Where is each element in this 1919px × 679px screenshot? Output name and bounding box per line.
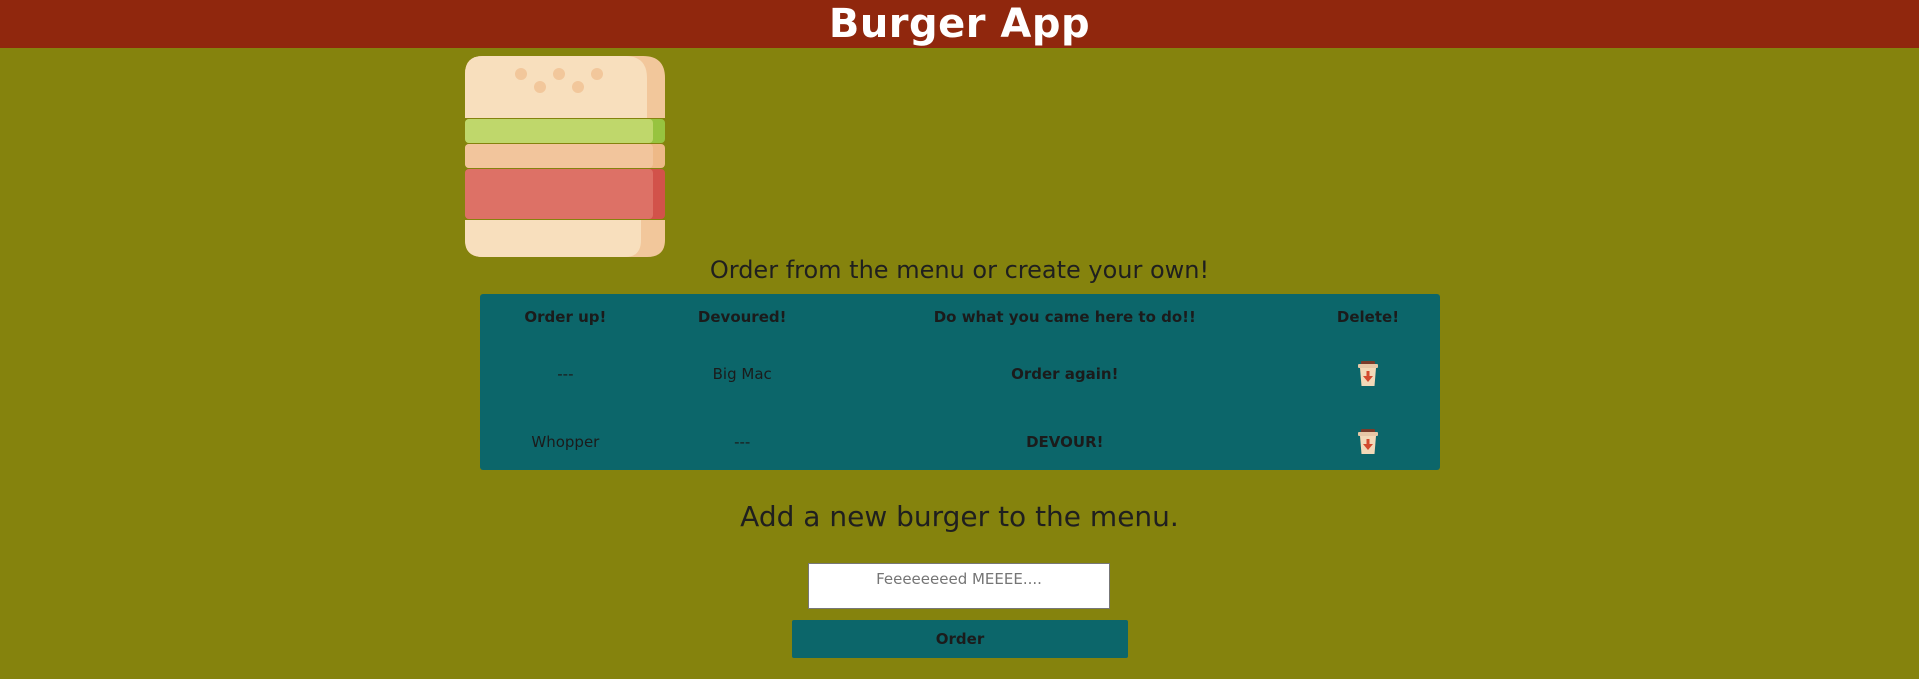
add-burger-title: Add a new burger to the menu. (740, 500, 1179, 533)
devour-button[interactable]: DEVOUR! (1026, 433, 1103, 451)
trash-icon[interactable] (1357, 429, 1379, 455)
table-row: --- Big Mac Order again! (480, 340, 1440, 408)
table-row: Whopper --- DEVOUR! (480, 408, 1440, 476)
table-header-row: Order up! Devoured! Do what you came her… (480, 294, 1440, 340)
menu-table: Order up! Devoured! Do what you came her… (480, 294, 1440, 470)
column-action: Do what you came here to do!! (933, 308, 1196, 326)
order-button[interactable]: Order (792, 620, 1128, 658)
order-again-button[interactable]: Order again! (1011, 365, 1118, 383)
menu-title: Order from the menu or create your own! (709, 256, 1210, 284)
burger-icon (465, 56, 665, 257)
app-header: Burger App (0, 0, 1919, 48)
devoured-cell: --- (734, 433, 751, 451)
column-order-up: Order up! (524, 308, 607, 326)
column-devoured: Devoured! (697, 308, 787, 326)
trash-icon[interactable] (1357, 361, 1379, 387)
order-up-cell: Whopper (531, 433, 600, 451)
app-title: Burger App (828, 1, 1091, 47)
burger-name-input[interactable] (808, 563, 1110, 609)
devoured-cell: Big Mac (712, 365, 772, 383)
column-delete: Delete! (1336, 308, 1400, 326)
order-up-cell: --- (557, 365, 574, 383)
